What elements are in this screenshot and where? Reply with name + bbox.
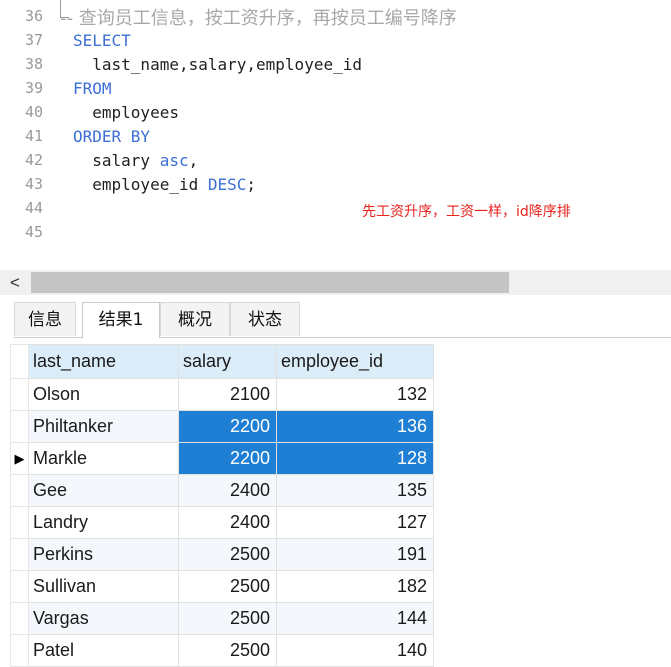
line-number: 41 xyxy=(25,127,44,145)
cell-employee-id[interactable]: 191 xyxy=(276,538,434,571)
sql-keyword: ORDER BY xyxy=(73,127,151,146)
sql-comment: -- 查询员工信息，按工资升序，再按员工编号降序 xyxy=(60,8,457,29)
row-indicator[interactable] xyxy=(10,410,29,443)
table-row[interactable]: Vargas 2500 144 xyxy=(10,602,434,635)
cell-employee-id[interactable]: 128 xyxy=(276,442,434,475)
row-indicator[interactable] xyxy=(10,506,29,539)
line-number: 40 xyxy=(25,103,44,121)
row-indicator-header xyxy=(10,344,29,379)
cell-salary[interactable]: 2400 xyxy=(178,506,277,539)
cell-salary[interactable]: 2400 xyxy=(178,474,277,507)
row-indicator[interactable] xyxy=(10,474,29,507)
cell-last-name[interactable]: Olson xyxy=(28,378,179,411)
row-indicator[interactable] xyxy=(10,634,29,667)
result-tabs: 信息 结果1 概况 状态 xyxy=(14,302,671,338)
sql-text: , xyxy=(188,151,199,170)
row-indicator[interactable] xyxy=(10,538,29,571)
sql-keyword: DESC xyxy=(207,175,247,194)
sql-text: last_name,salary,employee_id xyxy=(73,55,362,74)
scroll-left-icon[interactable]: < xyxy=(0,270,30,295)
line-number: 37 xyxy=(25,31,44,49)
cell-last-name[interactable]: Perkins xyxy=(28,538,179,571)
cell-last-name[interactable]: Markle xyxy=(28,442,179,475)
fold-guide-icon xyxy=(60,0,69,18)
table-row[interactable]: ▶ Markle 2200 128 xyxy=(10,442,434,475)
tab-info[interactable]: 信息 xyxy=(14,302,76,336)
line-number: 45 xyxy=(25,223,44,241)
column-header-last-name[interactable]: last_name xyxy=(28,344,179,379)
code-line: employees xyxy=(73,103,179,122)
line-number: 43 xyxy=(25,175,44,193)
scrollbar-thumb[interactable] xyxy=(31,272,509,293)
grid-header-row: last_name salary employee_id xyxy=(10,344,434,379)
sql-keyword: FROM xyxy=(73,79,112,98)
sql-text: employees xyxy=(73,103,179,122)
table-row[interactable]: Olson 2100 132 xyxy=(10,378,434,411)
cell-salary[interactable]: 2500 xyxy=(178,634,277,667)
sql-keyword: SELECT xyxy=(73,31,131,50)
table-row[interactable]: Patel 2500 140 xyxy=(10,634,434,667)
cell-employee-id[interactable]: 127 xyxy=(276,506,434,539)
table-row[interactable]: Gee 2400 135 xyxy=(10,474,434,507)
column-header-employee-id[interactable]: employee_id xyxy=(276,344,434,379)
cell-salary[interactable]: 2500 xyxy=(178,602,277,635)
tab-profile[interactable]: 概况 xyxy=(160,302,230,336)
annotation-text: 先工资升序，工资一样，id降序排 xyxy=(362,204,571,220)
sql-editor[interactable]: 36 -- 查询员工信息，按工资升序，再按员工编号降序 37 SELECT 38 las… xyxy=(0,0,671,268)
cell-salary[interactable]: 2500 xyxy=(178,570,277,603)
sql-text: ; xyxy=(246,175,257,194)
cell-salary[interactable]: 2100 xyxy=(178,378,277,411)
cell-employee-id[interactable]: 182 xyxy=(276,570,434,603)
sql-text: salary xyxy=(73,151,160,170)
table-row[interactable]: Landry 2400 127 xyxy=(10,506,434,539)
current-row-icon[interactable]: ▶ xyxy=(10,442,29,475)
row-indicator[interactable] xyxy=(10,602,29,635)
code-line: salary asc, xyxy=(73,151,198,170)
table-row[interactable]: Philtanker 2200 136 xyxy=(10,410,434,443)
table-row[interactable]: Sullivan 2500 182 xyxy=(10,570,434,603)
cell-last-name[interactable]: Patel xyxy=(28,634,179,667)
code-line: employee_id DESC; xyxy=(73,175,256,194)
sql-text: employee_id xyxy=(73,175,208,194)
horizontal-scrollbar[interactable]: < xyxy=(0,270,671,295)
cell-salary[interactable]: 2200 xyxy=(178,442,277,475)
cell-salary[interactable]: 2500 xyxy=(178,538,277,571)
cell-employee-id[interactable]: 132 xyxy=(276,378,434,411)
cell-employee-id[interactable]: 135 xyxy=(276,474,434,507)
cell-last-name[interactable]: Vargas xyxy=(28,602,179,635)
code-comment-line: -- 查询员工信息，按工资升序，再按员工编号降序 xyxy=(60,4,457,30)
row-indicator[interactable] xyxy=(10,378,29,411)
cell-employee-id[interactable]: 136 xyxy=(276,410,434,443)
code-line: ORDER BY xyxy=(73,127,150,146)
column-header-salary[interactable]: salary xyxy=(178,344,277,379)
tab-status[interactable]: 状态 xyxy=(230,302,300,336)
sql-keyword: asc xyxy=(159,151,189,170)
line-number: 44 xyxy=(25,199,44,217)
result-grid: last_name salary employee_id Olson 2100 13… xyxy=(10,344,434,667)
table-row[interactable]: Perkins 2500 191 xyxy=(10,538,434,571)
cell-salary[interactable]: 2200 xyxy=(178,410,277,443)
tab-result-1[interactable]: 结果1 xyxy=(82,302,160,338)
code-line: SELECT xyxy=(73,31,131,50)
cell-last-name[interactable]: Landry xyxy=(28,506,179,539)
row-indicator[interactable] xyxy=(10,570,29,603)
line-number: 38 xyxy=(25,55,44,73)
cell-last-name[interactable]: Sullivan xyxy=(28,570,179,603)
cell-last-name[interactable]: Gee xyxy=(28,474,179,507)
code-line: last_name,salary,employee_id xyxy=(73,55,362,74)
cell-employee-id[interactable]: 140 xyxy=(276,634,434,667)
line-number: 42 xyxy=(25,151,44,169)
cell-last-name[interactable]: Philtanker xyxy=(28,410,179,443)
cell-employee-id[interactable]: 144 xyxy=(276,602,434,635)
line-number: 36 xyxy=(25,7,44,25)
line-number: 39 xyxy=(25,79,44,97)
code-line: FROM xyxy=(73,79,112,98)
